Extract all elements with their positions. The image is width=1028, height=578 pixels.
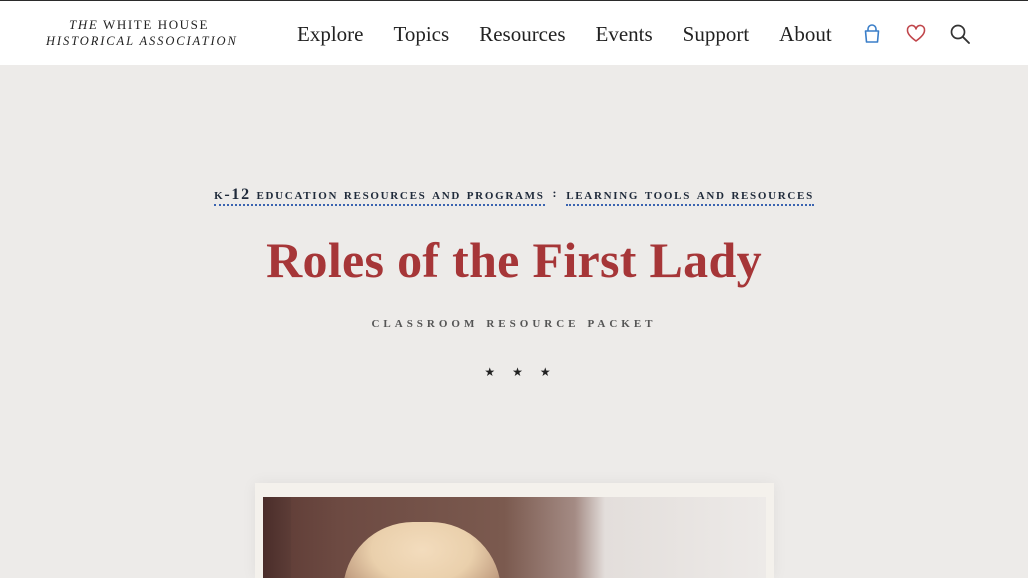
nav-about[interactable]: About <box>779 20 832 48</box>
photo-lampshade <box>343 522 501 578</box>
page-subtitle: Classroom Resource Packet <box>371 314 657 331</box>
nav-support[interactable]: Support <box>683 20 750 48</box>
hero-photo <box>263 497 766 578</box>
nav-resources[interactable]: Resources <box>479 20 565 48</box>
nav-explore[interactable]: Explore <box>297 20 363 48</box>
logo-line-1: THE WHITE HOUSE <box>46 17 256 33</box>
nav-events[interactable]: Events <box>596 20 653 48</box>
search-icon[interactable] <box>949 23 971 45</box>
heart-icon[interactable] <box>905 23 927 45</box>
photo-wall-panel <box>263 497 291 578</box>
breadcrumb-learning-tools[interactable]: Learning Tools and Resources <box>566 186 814 206</box>
star-ornament: ★ ★ ★ <box>484 365 558 379</box>
hero-image-frame <box>255 483 774 578</box>
main-nav: Explore Topics Resources Events Support … <box>297 20 862 48</box>
shopping-bag-icon[interactable] <box>861 23 883 45</box>
breadcrumb: K-12 Education Resources and Programs: Le… <box>0 186 1028 206</box>
logo-white-house: WHITE HOUSE <box>102 17 210 32</box>
breadcrumb-k12-education[interactable]: K-12 Education Resources and Programs <box>214 186 545 206</box>
nav-topics[interactable]: Topics <box>393 20 449 48</box>
logo-the: THE <box>69 17 99 32</box>
site-header: THE WHITE HOUSE HISTORICAL ASSOCIATION E… <box>0 1 1028 65</box>
breadcrumb-separator: : <box>552 186 559 200</box>
site-logo[interactable]: THE WHITE HOUSE HISTORICAL ASSOCIATION <box>46 17 256 49</box>
page-title: Roles of the First Lady <box>266 232 762 288</box>
logo-line-2: HISTORICAL ASSOCIATION <box>46 34 238 48</box>
